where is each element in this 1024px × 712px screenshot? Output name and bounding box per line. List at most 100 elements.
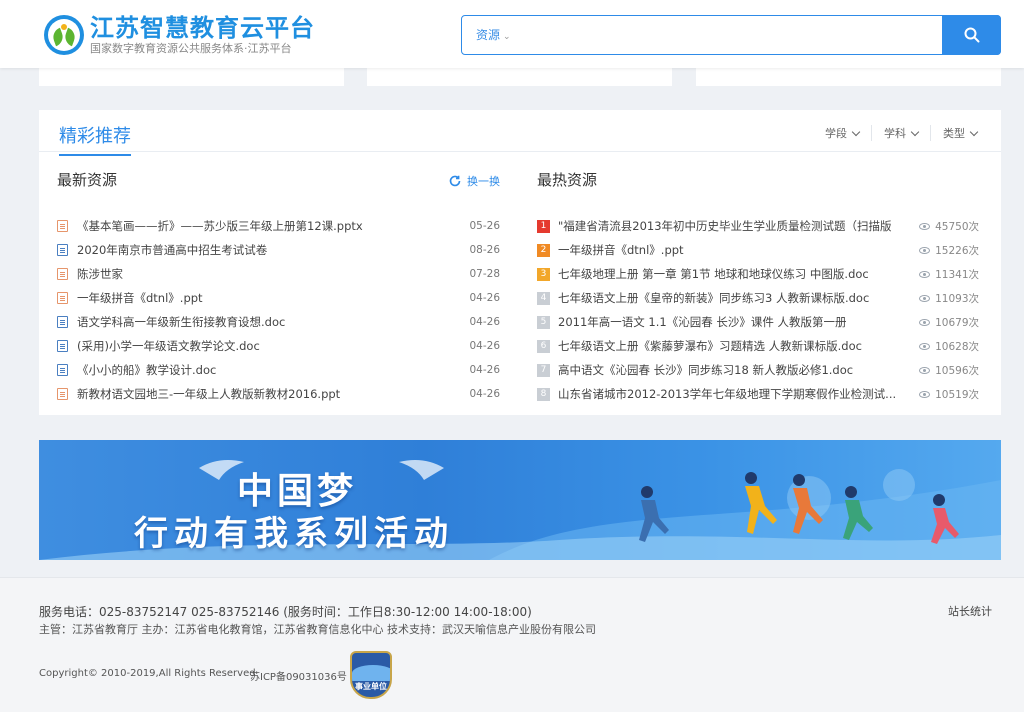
list-item[interactable]: 《基本笔画——折》——苏少版三年级上册第12课.pptx 05-26 — [57, 214, 500, 238]
badge-label: 事业单位 — [355, 682, 387, 691]
filter-stage[interactable]: 学段 — [813, 125, 871, 141]
resource-name: 2011年高一语文 1.1《沁园春 长沙》课件 人教版第一册 — [558, 315, 847, 329]
resource-name: 山东省诸城市2012-2013学年七年级地理下学期寒假作业检测试... — [558, 387, 897, 401]
list-item[interactable]: 3 七年级地理上册 第一章 第1节 地球和地球仪练习 中图版.doc 11341次 — [537, 262, 979, 286]
chevron-down-icon: ⌄ — [503, 32, 511, 42]
search-input[interactable] — [522, 16, 942, 54]
list-item[interactable]: 5 2011年高一语文 1.1《沁园春 长沙》课件 人教版第一册 10679次 — [537, 310, 979, 334]
view-count: 10628次 — [919, 339, 979, 354]
refresh-label: 换一换 — [467, 175, 500, 188]
rank-badge: 5 — [537, 315, 550, 329]
list-item[interactable]: 一年级拼音《dtnl》.ppt 04-26 — [57, 286, 500, 310]
rank-badge: 3 — [537, 267, 550, 281]
search-icon — [964, 27, 979, 43]
copyright: Copyright© 2010-2019,All Rights Reserved — [39, 668, 256, 679]
eye-icon — [919, 270, 931, 278]
doc-file-icon — [57, 316, 68, 328]
view-count-label: 15226次 — [935, 244, 979, 257]
resource-date: 04-26 — [469, 364, 500, 376]
resource-name: 陈涉世家 — [77, 267, 123, 281]
service-info: 服务电话：025-83752147 025-83752146 (服务时间：工作日… — [39, 605, 532, 619]
list-item[interactable]: 语文学科高一年级新生衔接教育设想.doc 04-26 — [57, 310, 500, 334]
latest-title: 最新资源 — [57, 171, 118, 189]
eye-icon — [919, 318, 931, 326]
doc-file-icon — [57, 364, 68, 376]
resource-date: 05-26 — [469, 220, 500, 232]
filter-type[interactable]: 类型 — [930, 125, 989, 141]
education-cloud-logo-icon — [44, 15, 84, 55]
recommend-header: 精彩推荐 学段 学科 类型 — [39, 110, 1001, 156]
view-count: 11341次 — [919, 267, 979, 282]
resource-date: 04-26 — [469, 340, 500, 352]
list-item[interactable]: 2020年南京市普通高中招生考试试卷 08-26 — [57, 238, 500, 262]
latest-list: 《基本笔画——折》——苏少版三年级上册第12课.pptx 05-26 2020年南京… — [57, 214, 500, 406]
list-item[interactable]: 6 七年级语文上册《紫藤萝瀑布》习题精选 人教新课标版.doc 10628次 — [537, 334, 979, 358]
recommend-panel: 精彩推荐 学段 学科 类型 最新资源 换一换 《基本笔画——折》——苏少版三年级… — [39, 110, 1001, 415]
chevron-down-icon — [969, 127, 979, 136]
list-item[interactable]: 8 山东省诸城市2012-2013学年七年级地理下学期寒假作业检测试... 1051… — [537, 382, 979, 406]
list-item[interactable]: 4 七年级语文上册《皇帝的新装》同步练习3 人教新课标版.doc 11093次 — [537, 286, 979, 310]
rank-badge: 1 — [537, 219, 550, 233]
ppt-file-icon — [57, 268, 68, 280]
eye-icon — [919, 294, 931, 302]
view-count-label: 10628次 — [935, 340, 979, 353]
filter-subject[interactable]: 学科 — [871, 125, 930, 141]
search-type-select[interactable]: 资源 ⌄ — [462, 16, 522, 54]
sponsor-info: 主管：江苏省教育厅 主办：江苏省电化教育馆，江苏省教育信息化中心 技术支持：武汉… — [39, 623, 596, 636]
refresh-button[interactable]: 换一换 — [449, 173, 500, 189]
resource-date: 08-26 — [469, 244, 500, 256]
resource-date: 04-26 — [469, 316, 500, 328]
list-item[interactable]: 2 一年级拼音《dtnl》.ppt 15226次 — [537, 238, 979, 262]
search-type-label: 资源 — [476, 28, 501, 42]
search-bar: 资源 ⌄ — [461, 15, 1001, 55]
resource-name: 一年级拼音《dtnl》.ppt — [558, 243, 684, 257]
resource-date: 04-26 — [469, 388, 500, 400]
list-item[interactable]: 《小小的船》教学设计.doc 04-26 — [57, 358, 500, 382]
list-item[interactable]: (采用)小学一年级语文教学论文.doc 04-26 — [57, 334, 500, 358]
resource-name: 《小小的船》教学设计.doc — [77, 363, 217, 377]
rank-badge: 7 — [537, 363, 550, 377]
list-item[interactable]: 陈涉世家 07-28 — [57, 262, 500, 286]
view-count: 11093次 — [919, 291, 979, 306]
eye-icon — [919, 342, 931, 350]
rank-badge: 6 — [537, 339, 550, 353]
institution-badge[interactable]: 事业单位 — [350, 651, 392, 699]
icp-link[interactable]: 苏ICP备09031036号 — [250, 668, 347, 683]
resource-name: 新教材语文园地三-一年级上人教版新教材2016.ppt — [77, 387, 341, 401]
rank-badge: 2 — [537, 243, 550, 257]
chevron-down-icon — [910, 127, 920, 136]
resource-name: "福建省清流县2013年初中历史毕业生学业质量检测试题（扫描版 — [558, 219, 892, 233]
view-count: 45750次 — [919, 219, 979, 234]
filter-label: 类型 — [943, 127, 965, 140]
view-count-label: 10679次 — [935, 316, 979, 329]
eye-icon — [919, 390, 931, 398]
site-logo[interactable]: 江苏智慧教育云平台 国家数字教育资源公共服务体系·江苏平台 — [44, 14, 315, 56]
stats-link[interactable]: 站长统计 — [948, 603, 992, 619]
resource-date: 07-28 — [469, 268, 500, 280]
eye-icon — [919, 366, 931, 374]
ppt-file-icon — [57, 220, 68, 232]
hottest-list: 1 "福建省清流县2013年初中历史毕业生学业质量检测试题（扫描版 45750次 2 一… — [537, 214, 979, 406]
top-header: 江苏智慧教育云平台 国家数字教育资源公共服务体系·江苏平台 资源 ⌄ — [0, 0, 1024, 68]
rank-badge: 8 — [537, 387, 550, 401]
view-count: 10596次 — [919, 363, 979, 378]
resource-name: 七年级语文上册《皇帝的新装》同步练习3 人教新课标版.doc — [558, 291, 870, 305]
chevron-down-icon — [851, 127, 861, 136]
view-count-label: 10519次 — [935, 388, 979, 401]
filter-label: 学段 — [825, 127, 847, 140]
site-footer: 服务电话：025-83752147 025-83752146 (服务时间：工作日… — [0, 577, 1024, 712]
list-item[interactable]: 新教材语文园地三-一年级上人教版新教材2016.ppt 04-26 — [57, 382, 500, 406]
view-count: 15226次 — [919, 243, 979, 258]
list-item[interactable]: 7 高中语文《沁园春 长沙》同步练习18 新人教版必修1.doc 10596次 — [537, 358, 979, 382]
view-count-label: 11341次 — [935, 268, 979, 281]
eye-icon — [919, 246, 931, 254]
resource-name: 语文学科高一年级新生衔接教育设想.doc — [77, 315, 286, 329]
search-button[interactable] — [942, 15, 1001, 55]
resource-name: 一年级拼音《dtnl》.ppt — [77, 291, 203, 305]
resource-name: 2020年南京市普通高中招生考试试卷 — [77, 243, 268, 257]
banner-subtitle: 行动有我系列活动 — [134, 514, 454, 554]
list-item[interactable]: 1 "福建省清流县2013年初中历史毕业生学业质量检测试题（扫描版 45750次 — [537, 214, 979, 238]
doc-file-icon — [57, 340, 68, 352]
filter-bar: 学段 学科 类型 — [813, 125, 989, 141]
china-dream-banner[interactable]: 中国梦 行动有我系列活动 — [39, 440, 1001, 560]
